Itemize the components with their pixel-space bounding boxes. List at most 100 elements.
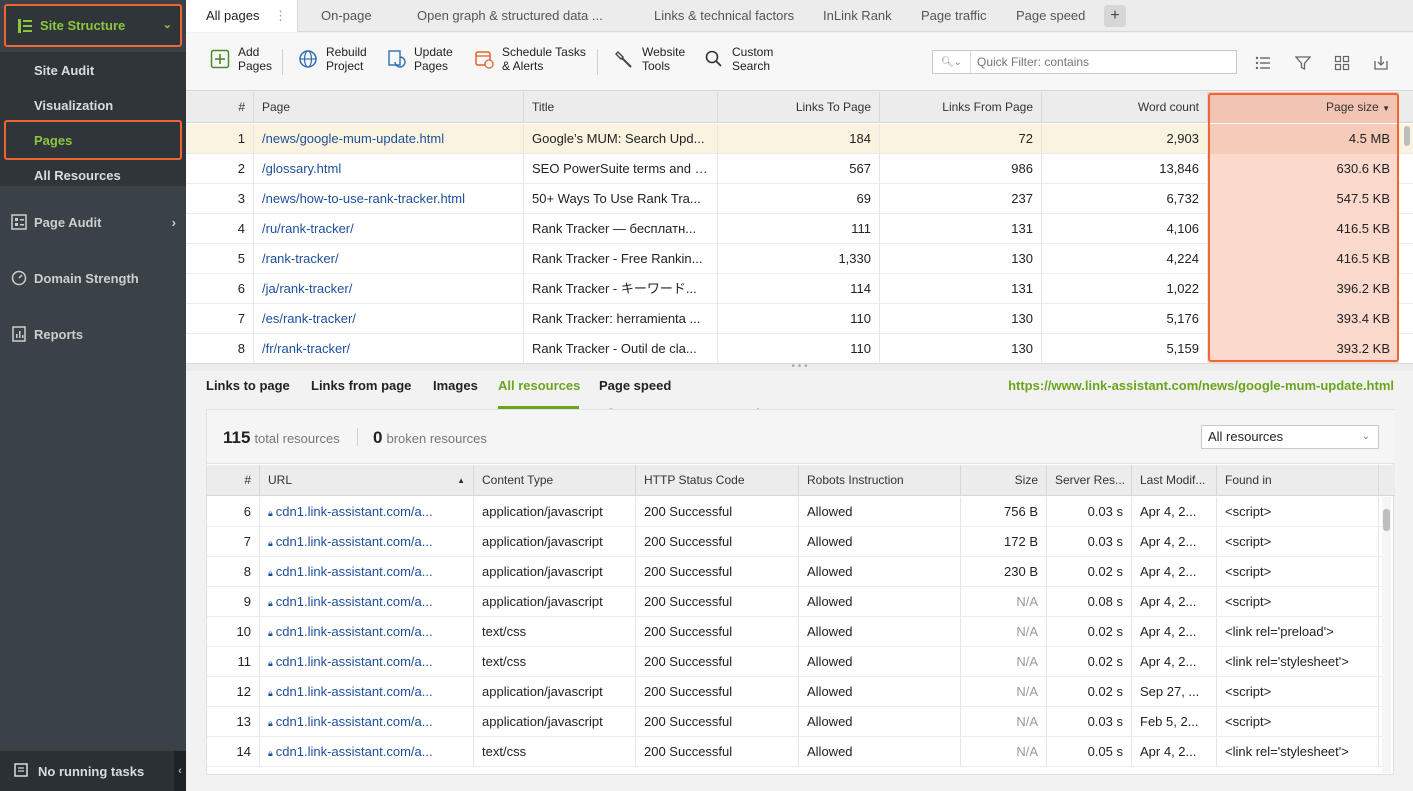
sidebar-item-site-audit[interactable]: Site Audit xyxy=(34,63,94,78)
add-pages-button[interactable]: Add Pages xyxy=(208,45,272,73)
table-row[interactable]: 11 🔒︎ cdn1.link-assistant.com/a... text/css… xyxy=(207,647,1383,677)
grid-view-icon[interactable] xyxy=(1331,52,1353,74)
table-row[interactable]: 3/news/how-to-use-rank-tracker.html 50+ W… xyxy=(186,184,1413,214)
cell-resource-url[interactable]: 🔒︎ cdn1.link-assistant.com/a... xyxy=(260,707,474,737)
resource-url-text: cdn1.link-assistant.com/a... xyxy=(275,744,433,759)
column-header-url[interactable]: URL ▲ xyxy=(260,465,474,496)
cell-page-url[interactable]: /rank-tracker/ xyxy=(254,244,524,274)
cell-page-url[interactable]: /glossary.html xyxy=(254,154,524,184)
schedule-tasks-button[interactable]: Schedule Tasks & Alerts xyxy=(472,45,586,73)
filter-icon[interactable] xyxy=(1292,52,1314,74)
search-icon xyxy=(702,47,726,71)
column-header-page[interactable]: Page xyxy=(254,92,524,123)
cell-resource-url[interactable]: 🔒︎ cdn1.link-assistant.com/a... xyxy=(260,617,474,647)
resources-table-scrollbar[interactable] xyxy=(1382,497,1391,773)
cell-resource-url[interactable]: 🔒︎ cdn1.link-assistant.com/a... xyxy=(260,737,474,767)
cell-page-url[interactable]: /news/how-to-use-rank-tracker.html xyxy=(254,184,524,214)
sidebar-section-site-structure[interactable]: Site Structure ⌄ xyxy=(4,4,182,47)
tab-all-resources[interactable]: All resources xyxy=(498,378,580,393)
table-row[interactable]: 9 🔒︎ cdn1.link-assistant.com/a... applicati… xyxy=(207,587,1383,617)
table-row[interactable]: 8/fr/rank-tracker/Rank Tracker - Outil d… xyxy=(186,334,1413,364)
table-row[interactable]: 1/news/google-mum-update.html Google’s MU… xyxy=(186,124,1413,154)
cell-resource-url[interactable]: 🔒︎ cdn1.link-assistant.com/a... xyxy=(260,497,474,527)
cell-links-to-page: 567 xyxy=(718,154,880,184)
scrollbar-thumb[interactable] xyxy=(1383,509,1390,531)
cell-resource-url[interactable]: 🔒︎ cdn1.link-assistant.com/a... xyxy=(260,677,474,707)
tab-page-traffic[interactable]: Page traffic xyxy=(921,0,987,32)
table-row[interactable]: 5/rank-tracker/Rank Tracker - Free Ranki… xyxy=(186,244,1413,274)
column-header-number[interactable]: # xyxy=(207,465,260,496)
sidebar-section-page-audit[interactable]: Page Audit › xyxy=(0,204,186,240)
task-status-bar[interactable]: No running tasks ‹ xyxy=(0,751,186,791)
sidebar-section-domain-strength[interactable]: Domain Strength xyxy=(0,260,186,296)
tab-page-speed[interactable]: Page speed xyxy=(1016,0,1085,32)
export-icon[interactable] xyxy=(1370,52,1392,74)
sidebar-item-visualization[interactable]: Visualization xyxy=(34,98,113,113)
website-tools-button[interactable]: Website Tools xyxy=(612,45,685,73)
resource-type-select[interactable]: All resources ⌄ xyxy=(1201,425,1379,449)
cell-last-modified: Apr 4, 2... xyxy=(1132,497,1217,527)
add-tab-button[interactable]: + xyxy=(1104,5,1126,27)
filter-search-icon[interactable]: 🔍︎⌄ xyxy=(933,51,971,73)
table-row[interactable]: 6/ja/rank-tracker/Rank Tracker - キーワード..… xyxy=(186,274,1413,304)
update-pages-button[interactable]: Update Pages xyxy=(384,45,453,73)
website-tools-label: Website Tools xyxy=(642,45,685,73)
cell-page-url[interactable]: /news/google-mum-update.html xyxy=(254,124,524,154)
column-header-content-type[interactable]: Content Type xyxy=(474,465,636,496)
tab-all-pages[interactable]: All pages ⋮ xyxy=(186,0,298,32)
list-view-icon[interactable] xyxy=(1252,52,1274,74)
table-row[interactable]: 6 🔒︎ cdn1.link-assistant.com/a... applicati… xyxy=(207,497,1383,527)
cell-resource-url[interactable]: 🔒︎ cdn1.link-assistant.com/a... xyxy=(260,527,474,557)
column-header-last-modified[interactable]: Last Modif... xyxy=(1132,465,1217,496)
cell-page-url[interactable]: /ja/rank-tracker/ xyxy=(254,274,524,304)
column-header-page-size[interactable]: Page size ▼ xyxy=(1208,92,1399,123)
cell-page-url[interactable]: /es/rank-tracker/ xyxy=(254,304,524,334)
custom-search-button[interactable]: Custom Search xyxy=(702,45,773,73)
panel-splitter[interactable]: • • • xyxy=(186,362,1413,372)
table-row[interactable]: 13 🔒︎ cdn1.link-assistant.com/a... applicat… xyxy=(207,707,1383,737)
column-header-http-status[interactable]: HTTP Status Code xyxy=(636,465,799,496)
table-row[interactable]: 4/ru/rank-tracker/Rank Tracker — бесплат… xyxy=(186,214,1413,244)
tab-inlink-rank[interactable]: InLink Rank xyxy=(823,0,892,32)
cell-page-url[interactable]: /fr/rank-tracker/ xyxy=(254,334,524,364)
table-row[interactable]: 12 🔒︎ cdn1.link-assistant.com/a... applicat… xyxy=(207,677,1383,707)
sidebar-section-reports[interactable]: Reports xyxy=(0,316,186,352)
column-header-found-in[interactable]: Found in xyxy=(1217,465,1379,496)
column-header-word-count[interactable]: Word count xyxy=(1042,92,1208,123)
column-header-size[interactable]: Size xyxy=(961,465,1047,496)
cell-page-url[interactable]: /ru/rank-tracker/ xyxy=(254,214,524,244)
resources-panel: 115 total resources 0 broken resources A… xyxy=(206,409,1395,775)
sidebar-item-all-resources[interactable]: All Resources xyxy=(34,168,121,183)
quick-filter-input[interactable] xyxy=(971,55,1231,69)
column-header-number[interactable]: # xyxy=(186,92,254,123)
table-row[interactable]: 2/glossary.html SEO PowerSuite terms and … xyxy=(186,154,1413,184)
column-header-title[interactable]: Title xyxy=(524,92,718,123)
scrollbar-thumb[interactable] xyxy=(1404,126,1410,146)
table-row[interactable]: 10 🔒︎ cdn1.link-assistant.com/a... text/css… xyxy=(207,617,1383,647)
column-header-robots[interactable]: Robots Instruction xyxy=(799,465,961,496)
cell-title: Rank Tracker - Free Rankin... xyxy=(524,244,718,274)
cell-resource-url[interactable]: 🔒︎ cdn1.link-assistant.com/a... xyxy=(260,647,474,677)
column-header-links-from-page[interactable]: Links From Page xyxy=(880,92,1042,123)
cell-resource-url[interactable]: 🔒︎ cdn1.link-assistant.com/a... xyxy=(260,587,474,617)
tab-on-page[interactable]: On-page xyxy=(321,0,372,32)
tab-menu-icon[interactable]: ⋮ xyxy=(274,0,287,32)
column-header-server-response[interactable]: Server Res... xyxy=(1047,465,1132,496)
tab-details-page-speed[interactable]: Page speed xyxy=(599,378,671,393)
rebuild-project-button[interactable]: Rebuild Project xyxy=(296,45,367,73)
lock-icon: 🔒︎ xyxy=(268,628,273,638)
table-row[interactable]: 7/es/rank-tracker/Rank Tracker: herramie… xyxy=(186,304,1413,334)
table-row[interactable]: 8 🔒︎ cdn1.link-assistant.com/a... applicati… xyxy=(207,557,1383,587)
collapse-sidebar-button[interactable]: ‹ xyxy=(174,751,186,791)
selected-page-url[interactable]: https://www.link-assistant.com/news/goog… xyxy=(1008,378,1394,393)
pages-table-scrollbar[interactable] xyxy=(1403,124,1411,362)
tab-images[interactable]: Images xyxy=(433,378,478,393)
tab-links-technical[interactable]: Links & technical factors xyxy=(654,0,794,32)
tab-open-graph[interactable]: Open graph & structured data ... xyxy=(417,0,603,32)
tab-links-to-page[interactable]: Links to page xyxy=(206,378,290,393)
column-header-links-to-page[interactable]: Links To Page xyxy=(718,92,880,123)
cell-resource-url[interactable]: 🔒︎ cdn1.link-assistant.com/a... xyxy=(260,557,474,587)
table-row[interactable]: 7 🔒︎ cdn1.link-assistant.com/a... applicati… xyxy=(207,527,1383,557)
table-row[interactable]: 14 🔒︎ cdn1.link-assistant.com/a... text/css… xyxy=(207,737,1383,767)
tab-links-from-page[interactable]: Links from page xyxy=(311,378,411,393)
